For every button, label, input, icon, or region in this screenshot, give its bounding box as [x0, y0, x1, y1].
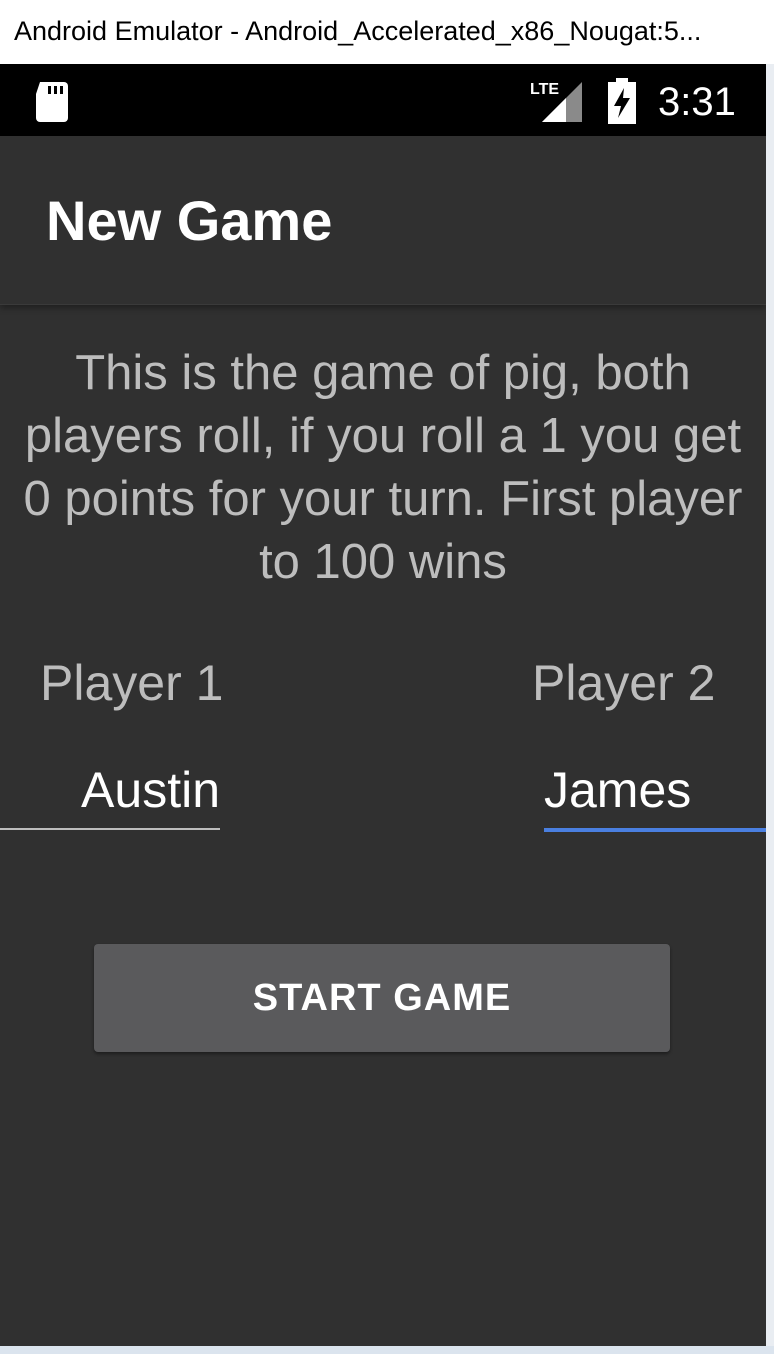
window-title: Android Emulator - Android_Accelerated_x…	[14, 16, 702, 46]
emulator-window: Android Emulator - Android_Accelerated_x…	[0, 0, 774, 1354]
start-game-button[interactable]: START GAME	[94, 944, 670, 1052]
app-title: New Game	[46, 189, 333, 252]
lte-signal-icon: LTE	[530, 81, 582, 122]
game-description: This is the game of pig, both players ro…	[23, 346, 743, 589]
window-title-bar[interactable]: Android Emulator - Android_Accelerated_x…	[0, 0, 774, 64]
player2-label: Player 2	[532, 655, 716, 711]
player1-name-input[interactable]	[0, 752, 220, 830]
app-bar: New Game	[0, 136, 766, 305]
window-bottom-edge	[0, 1346, 774, 1354]
device-screen: LTE 3:31 New Game This is the game of pi…	[0, 64, 766, 1346]
player2-name-input[interactable]	[544, 752, 766, 832]
lte-label: LTE	[530, 81, 559, 98]
player1-label: Player 1	[40, 655, 224, 711]
sd-card-icon	[36, 82, 68, 122]
status-clock: 3:31	[658, 80, 736, 124]
battery-charging-icon	[608, 78, 636, 124]
status-bar: LTE 3:31	[0, 64, 766, 136]
window-right-edge	[766, 64, 774, 1354]
